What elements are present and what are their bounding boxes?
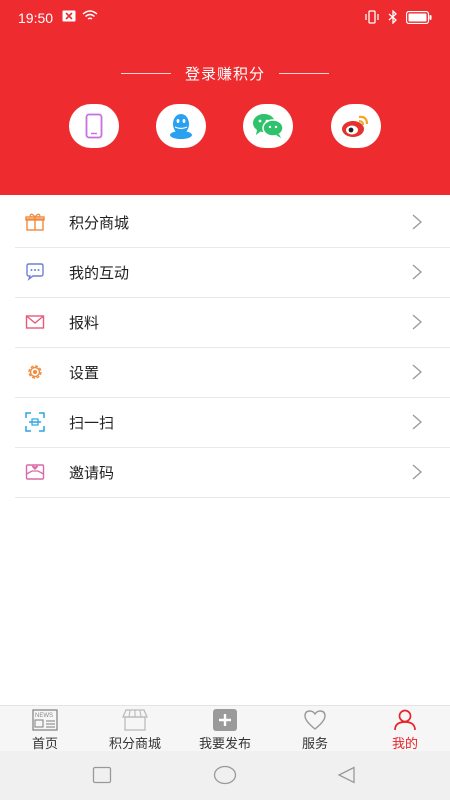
menu-item-scan[interactable]: 扫一扫 — [15, 398, 450, 448]
menu-item-invite-code[interactable]: 邀请码 — [15, 448, 450, 498]
tab-publish[interactable]: 我要发布 — [180, 706, 270, 752]
gear-icon — [28, 365, 42, 379]
phone-icon — [85, 113, 103, 139]
phone-login-button[interactable] — [69, 104, 119, 148]
menu-item-label: 积分商城 — [69, 214, 130, 232]
qq-icon — [170, 114, 192, 139]
divider-line — [279, 72, 329, 74]
invite-envelope-icon — [25, 464, 45, 480]
header-wave — [0, 170, 450, 192]
weibo-icon — [342, 115, 369, 137]
user-icon — [394, 709, 416, 731]
qq-login-button[interactable] — [156, 104, 206, 148]
tab-home[interactable]: NEWS 首页 — [0, 706, 90, 752]
news-icon: NEWS — [32, 709, 58, 731]
recent-apps-icon[interactable] — [92, 766, 112, 784]
wechat-icon — [253, 114, 284, 138]
chevron-right-icon — [412, 264, 422, 280]
menu-item-label: 扫一扫 — [69, 414, 115, 432]
menu-item-label: 邀请码 — [69, 464, 115, 482]
back-icon[interactable] — [337, 766, 357, 784]
weibo-login-button[interactable] — [331, 104, 381, 148]
mail-icon — [25, 315, 45, 329]
tab-mine[interactable]: 我的 — [360, 706, 450, 752]
bluetooth-icon — [388, 10, 397, 24]
menu-item-report[interactable]: 报料 — [15, 298, 450, 348]
heart-icon — [304, 710, 326, 730]
battery-icon — [406, 10, 432, 24]
chevron-right-icon — [412, 314, 422, 330]
login-title-row: 登录赚积分 — [0, 62, 450, 84]
store-icon — [122, 709, 148, 731]
wifi-icon — [82, 10, 98, 20]
notification-x-icon — [62, 10, 76, 22]
menu-item-label: 我的互动 — [69, 264, 130, 282]
tab-label: 我要发布 — [198, 737, 251, 752]
status-bar: 19:50 — [0, 0, 450, 36]
system-nav-bar — [0, 751, 450, 800]
tab-service[interactable]: 服务 — [270, 706, 360, 752]
tab-label: 我的 — [391, 737, 418, 752]
login-title[interactable]: 登录赚积分 — [185, 63, 265, 84]
menu-item-label: 报料 — [69, 314, 100, 332]
divider-line — [120, 72, 171, 74]
chat-bubble-icon — [26, 263, 44, 281]
menu-list: 积分商城 我的互动 报料 设置 扫一扫 邀请码 — [15, 198, 450, 498]
tab-label: 积分商城 — [108, 737, 161, 752]
plus-icon — [213, 709, 237, 731]
tab-label: 服务 — [301, 737, 328, 752]
vibrate-icon — [365, 10, 379, 24]
chevron-right-icon — [412, 414, 422, 430]
menu-item-points-mall[interactable]: 积分商城 — [15, 198, 450, 248]
gift-icon — [25, 213, 45, 231]
tab-label: 首页 — [31, 737, 58, 752]
home-icon[interactable] — [213, 765, 237, 785]
svg-text:NEWS: NEWS — [35, 713, 53, 719]
menu-item-settings[interactable]: 设置 — [15, 348, 450, 398]
wechat-login-button[interactable] — [243, 104, 293, 148]
menu-item-label: 设置 — [69, 364, 100, 382]
scan-icon — [25, 412, 45, 432]
bottom-tab-bar: NEWS 首页 积分商城 我要发布 服务 我的 — [0, 705, 450, 752]
status-time: 19:50 — [18, 10, 54, 26]
chevron-right-icon — [412, 464, 422, 480]
menu-item-my-interaction[interactable]: 我的互动 — [15, 248, 450, 298]
tab-points-mall[interactable]: 积分商城 — [90, 706, 180, 752]
social-login-row — [0, 104, 450, 154]
chevron-right-icon — [412, 214, 422, 230]
chevron-right-icon — [412, 364, 422, 380]
